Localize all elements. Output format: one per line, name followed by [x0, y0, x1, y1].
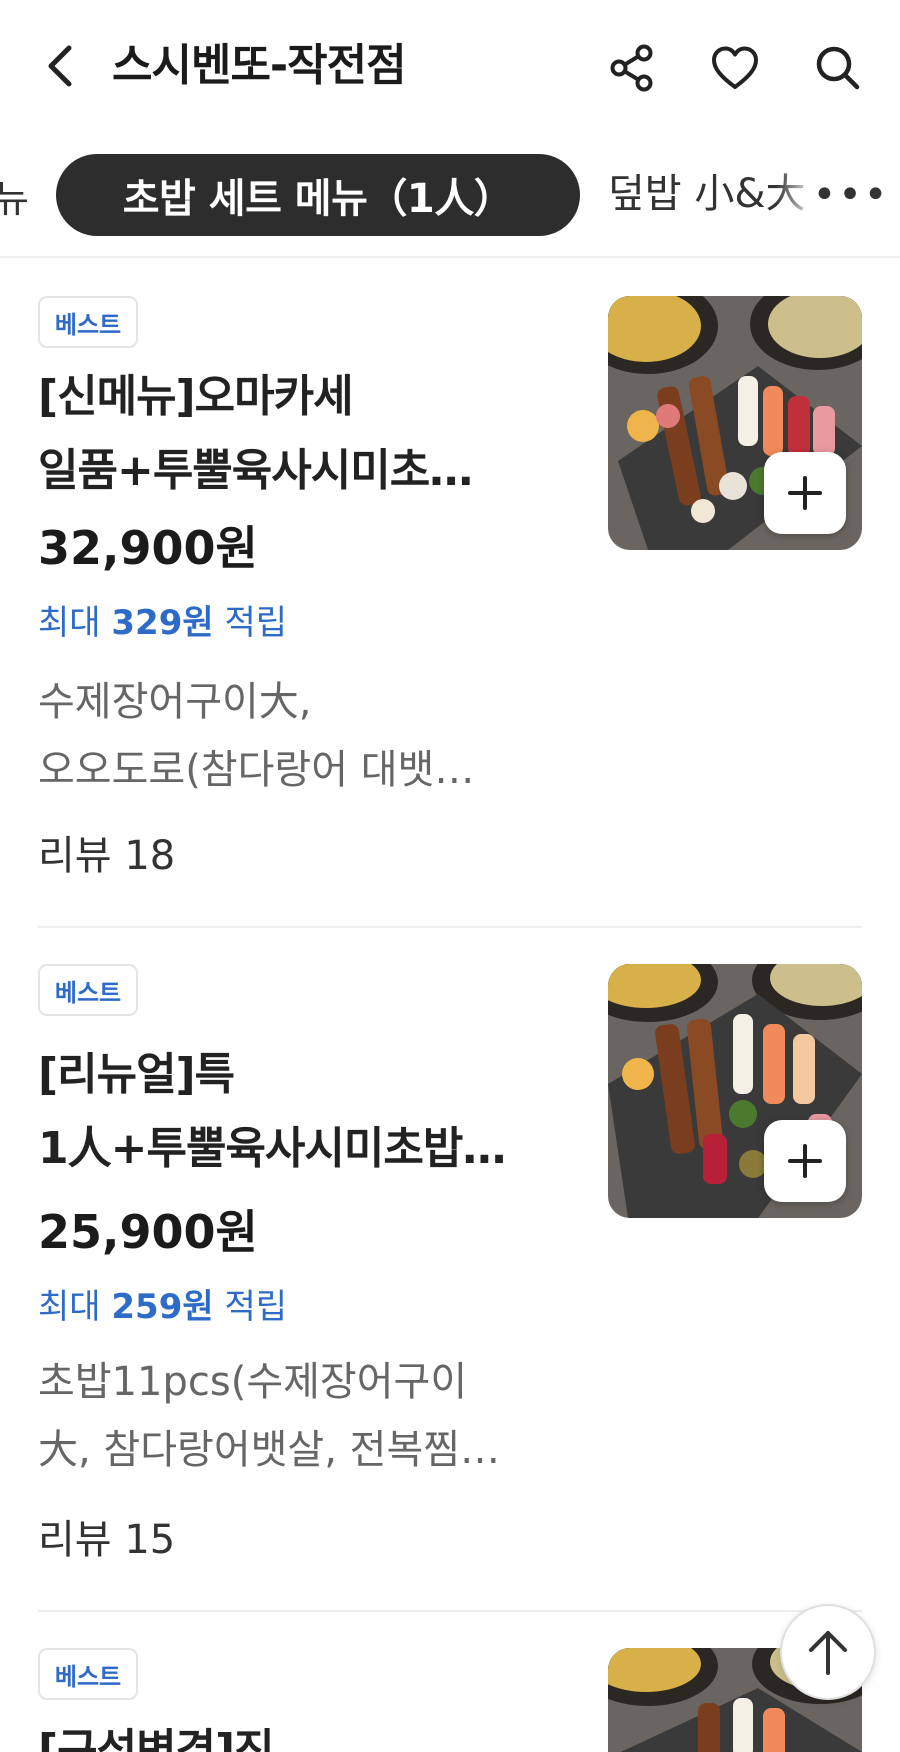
item-name-line: [구성변경]진 — [38, 1725, 275, 1752]
arrow-up-icon — [809, 1631, 847, 1675]
best-badge: 베스트 — [38, 1648, 138, 1700]
scroll-to-top-button[interactable] — [780, 1604, 876, 1700]
menu-item[interactable]: 베스트 [구성변경]진 — [0, 0, 900, 1752]
item-name: [구성변경]진 — [38, 1714, 568, 1752]
